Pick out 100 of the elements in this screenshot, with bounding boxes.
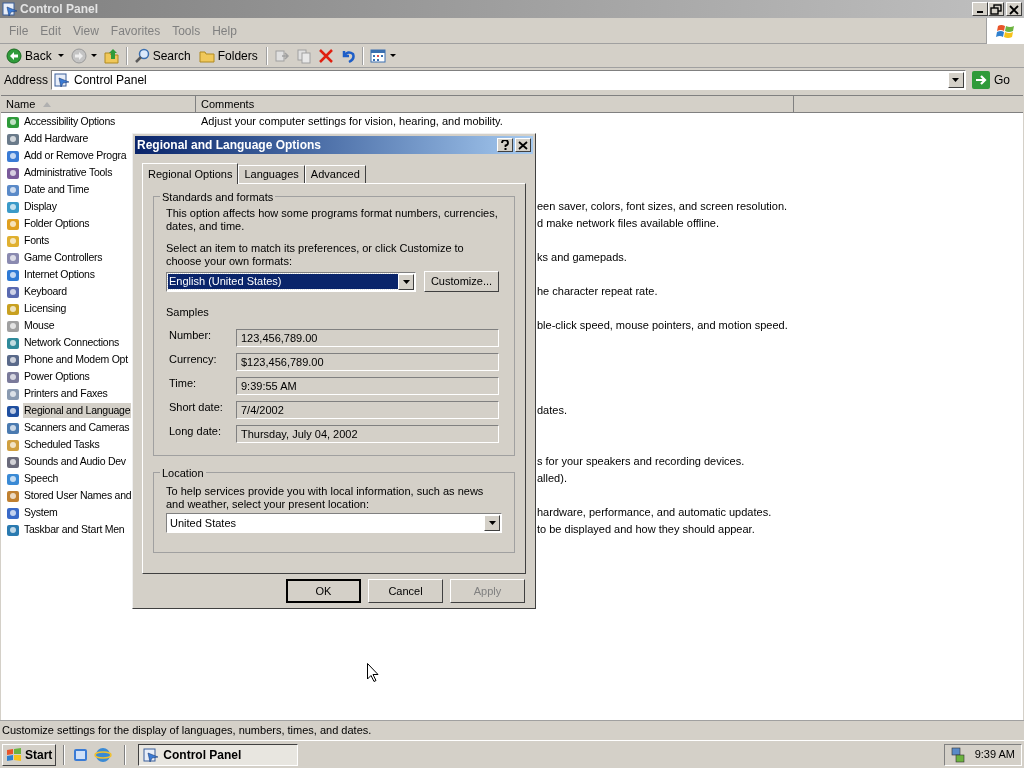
address-field[interactable]: Control Panel xyxy=(51,70,966,90)
folders-button[interactable]: Folders xyxy=(196,44,262,67)
close-icon xyxy=(518,140,528,150)
column-header[interactable]: Comments xyxy=(196,96,794,113)
caret-icon xyxy=(402,279,410,284)
caret-icon xyxy=(952,78,960,82)
sample-field: Thursday, July 04, 2002 xyxy=(236,424,499,443)
copy-to-icon xyxy=(295,47,312,64)
help-button[interactable] xyxy=(497,138,513,152)
restore-icon xyxy=(989,3,1003,15)
list-item[interactable]: Taskbar and Start Men xyxy=(23,521,126,538)
list-item[interactable]: Fonts xyxy=(23,232,50,249)
field-label: Number: xyxy=(169,328,213,344)
sample-field: 123,456,789.00 xyxy=(236,328,499,347)
list-item[interactable]: Internet Options xyxy=(23,266,96,283)
list-item[interactable]: Display xyxy=(23,198,58,215)
tab[interactable]: Advanced xyxy=(304,165,366,183)
control-panel-icon xyxy=(54,72,71,88)
prompt-text: Select an item to match its preferences, or click Customize to choose your own formats: xyxy=(166,242,465,268)
close-button[interactable] xyxy=(515,138,531,152)
field-label: Time: xyxy=(169,376,198,392)
search-icon xyxy=(133,47,150,64)
minimize-icon xyxy=(977,11,983,13)
dropdown-caret-icon[interactable] xyxy=(389,54,396,57)
address-label: Address xyxy=(4,72,50,89)
question-mark-icon xyxy=(501,140,509,150)
flag-logo-icon xyxy=(6,747,22,762)
comment-text: ks and gamepads. xyxy=(537,250,627,266)
list-item[interactable]: Mouse xyxy=(23,317,56,334)
comment-text: to be displayed and how they should appear. xyxy=(537,522,755,538)
comment-text: d make network files available offline. xyxy=(537,216,719,232)
field-label: Long date: xyxy=(169,424,222,440)
taskbar-button[interactable]: Control Panel xyxy=(138,743,299,766)
clock: 9:39 AM xyxy=(974,747,1015,763)
dropdown-button[interactable] xyxy=(948,72,964,88)
list-item[interactable]: Scanners and Cameras xyxy=(23,419,131,436)
window-title: Control Panel xyxy=(20,1,98,18)
list-item[interactable]: Licensing xyxy=(23,300,68,317)
list-item[interactable]: Phone and Modem Opt xyxy=(23,351,129,368)
folder-up-icon xyxy=(103,47,120,64)
start-button[interactable]: Start xyxy=(2,743,57,766)
restore-button[interactable] xyxy=(988,2,1004,16)
list-item[interactable]: Folder Options xyxy=(23,215,91,232)
list-item[interactable]: Speech xyxy=(23,470,60,487)
comment-text: s for your speakers and recording devices. xyxy=(537,454,745,470)
sort-arrow-icon xyxy=(43,101,52,107)
comment-text: dates. xyxy=(537,403,567,419)
minimize-button[interactable] xyxy=(972,2,988,16)
back-button[interactable]: Back xyxy=(4,44,56,67)
list-item[interactable]: System xyxy=(23,504,59,521)
prompt-text: To help services provide you with local information, such as news and weather, select your present location: xyxy=(166,485,485,511)
column-header[interactable]: Name xyxy=(1,96,196,113)
dialog-title: Regional and Language Options xyxy=(137,137,321,154)
sample-field: 9:39:55 AM xyxy=(236,376,499,395)
list-item[interactable]: Scheduled Tasks xyxy=(23,436,101,453)
control-panel-icon xyxy=(143,746,160,763)
list-item[interactable]: Network Connections xyxy=(23,334,121,351)
comment-text: he character repeat rate. xyxy=(537,284,658,300)
list-item[interactable]: Regional and Language xyxy=(23,402,132,419)
browser-icon[interactable] xyxy=(94,745,113,764)
list-item[interactable]: Stored User Names and xyxy=(23,487,133,504)
tab[interactable]: Regional Options xyxy=(142,163,239,184)
field-label: Short date: xyxy=(169,400,224,416)
control-panel-icon xyxy=(2,1,18,17)
formats-dropdown[interactable]: English (United States) xyxy=(166,271,416,292)
location-dropdown[interactable]: United States xyxy=(166,513,502,533)
list-item[interactable]: Add or Remove Progra xyxy=(23,147,128,164)
list-item[interactable]: Game Controllers xyxy=(23,249,104,266)
caret-icon xyxy=(488,521,496,525)
list-item[interactable]: Administrative Tools xyxy=(23,164,114,181)
list-item[interactable]: Keyboard xyxy=(23,283,68,300)
close-icon xyxy=(1007,3,1021,15)
list-item[interactable]: Date and Time xyxy=(23,181,91,198)
list-item[interactable]: Add Hardware xyxy=(23,130,90,147)
list-item[interactable]: Power Options xyxy=(23,368,91,385)
field-label: Currency: xyxy=(169,352,218,368)
search-button[interactable]: Search xyxy=(131,44,195,67)
samples-heading: Samples xyxy=(166,305,210,320)
comment-text: hardware, performance, and automatic updates. xyxy=(537,505,772,521)
list-item[interactable]: Sounds and Audio Dev xyxy=(23,453,127,470)
delete-icon xyxy=(317,47,334,64)
sample-field: 7/4/2002 xyxy=(236,400,499,419)
tab[interactable]: Languages xyxy=(238,165,305,183)
dropdown-caret-icon[interactable] xyxy=(90,54,97,57)
description-text: This option affects how some programs format numbers, currencies, dates, and time. xyxy=(166,207,499,233)
list-item[interactable]: Accessibility Options xyxy=(23,113,117,130)
close-button[interactable] xyxy=(1006,2,1022,16)
network-icon[interactable] xyxy=(950,746,965,763)
comment-text: alled). xyxy=(537,471,567,487)
go-arrow-icon xyxy=(972,71,990,89)
dialog-button[interactable]: Cancel xyxy=(368,579,443,603)
go-button[interactable]: Go xyxy=(966,71,1020,89)
customize-button[interactable]: Customize... xyxy=(424,271,499,292)
comment-text: Adjust your computer settings for vision, hearing, and mobility. xyxy=(201,114,503,130)
dialog-button[interactable]: OK xyxy=(286,579,361,603)
dropdown-caret-icon[interactable] xyxy=(57,54,64,57)
status-text: Customize settings for the display of languages, numbers, times, and dates. xyxy=(2,723,372,739)
sample-field: $123,456,789.00 xyxy=(236,352,499,371)
mouse-cursor-icon xyxy=(367,663,379,682)
list-item[interactable]: Printers and Faxes xyxy=(23,385,109,402)
